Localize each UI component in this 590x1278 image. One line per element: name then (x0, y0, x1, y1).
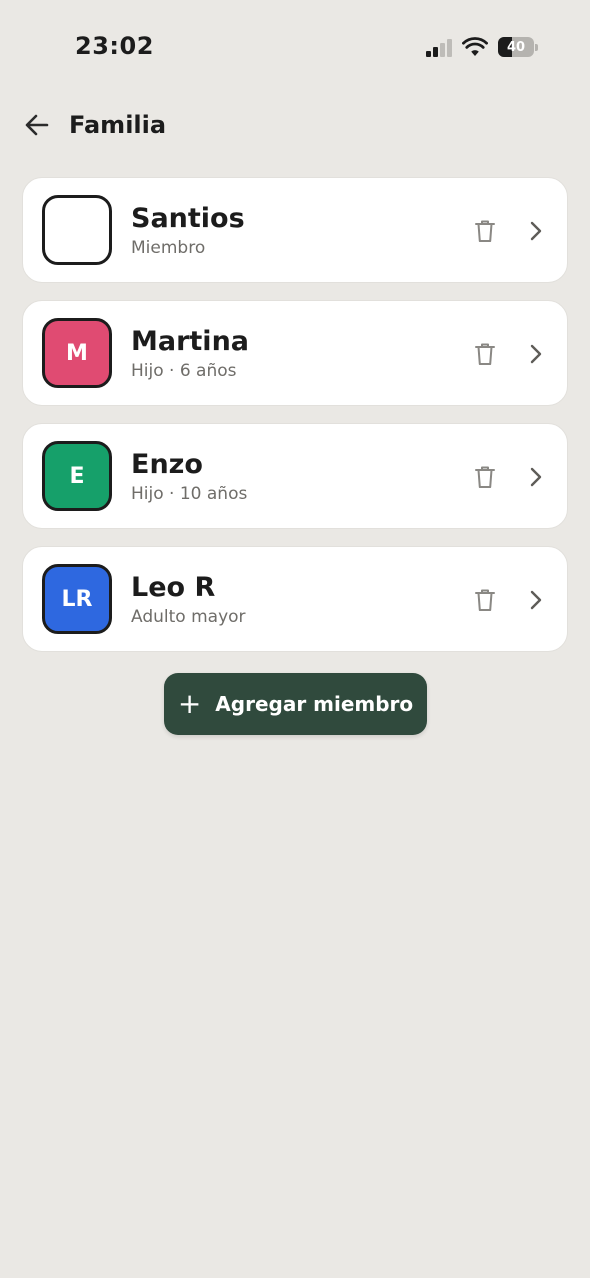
trash-icon[interactable] (473, 218, 497, 244)
battery-level: 40 (506, 39, 526, 55)
status-bar: 23:02 40 (0, 0, 590, 96)
add-member-label: Agregar miembro (215, 692, 414, 716)
status-time: 23:02 (75, 32, 154, 60)
chevron-right-icon[interactable] (529, 466, 543, 488)
battery-icon: 40 (498, 37, 534, 57)
member-name: Leo R (131, 571, 216, 603)
header: Familia (0, 100, 590, 150)
member-card-santios[interactable]: Santios Miembro (22, 177, 568, 283)
plus-icon: + (177, 687, 202, 720)
chevron-right-icon[interactable] (529, 220, 543, 242)
back-button[interactable] (20, 108, 54, 142)
member-subtitle: Adulto mayor (131, 606, 246, 627)
trash-icon[interactable] (473, 341, 497, 367)
arrow-left-icon (25, 114, 49, 136)
member-name: Enzo (131, 448, 203, 480)
member-card-martina[interactable]: M Martina Hijo · 6 años (22, 300, 568, 406)
avatar: E (42, 441, 112, 511)
member-card-enzo[interactable]: E Enzo Hijo · 10 años (22, 423, 568, 529)
member-subtitle: Miembro (131, 237, 206, 258)
member-card-leo-r[interactable]: LR Leo R Adulto mayor (22, 546, 568, 652)
status-icons: 40 (426, 37, 538, 57)
page-title: Familia (69, 111, 167, 139)
member-subtitle: Hijo · 10 años (131, 483, 248, 504)
trash-icon[interactable] (473, 587, 497, 613)
avatar: LR (42, 564, 112, 634)
member-subtitle: Hijo · 6 años (131, 360, 237, 381)
chevron-right-icon[interactable] (529, 343, 543, 365)
cellular-signal-icon (426, 37, 452, 57)
battery-tip (535, 43, 538, 51)
avatar (42, 195, 112, 265)
chevron-right-icon[interactable] (529, 589, 543, 611)
wifi-icon (462, 37, 488, 56)
member-list: Santios Miembro M Martina Hijo · 6 años … (22, 177, 568, 669)
member-name: Martina (131, 325, 250, 357)
member-name: Santios (131, 202, 245, 234)
add-member-button[interactable]: + Agregar miembro (164, 673, 427, 735)
trash-icon[interactable] (473, 464, 497, 490)
avatar: M (42, 318, 112, 388)
